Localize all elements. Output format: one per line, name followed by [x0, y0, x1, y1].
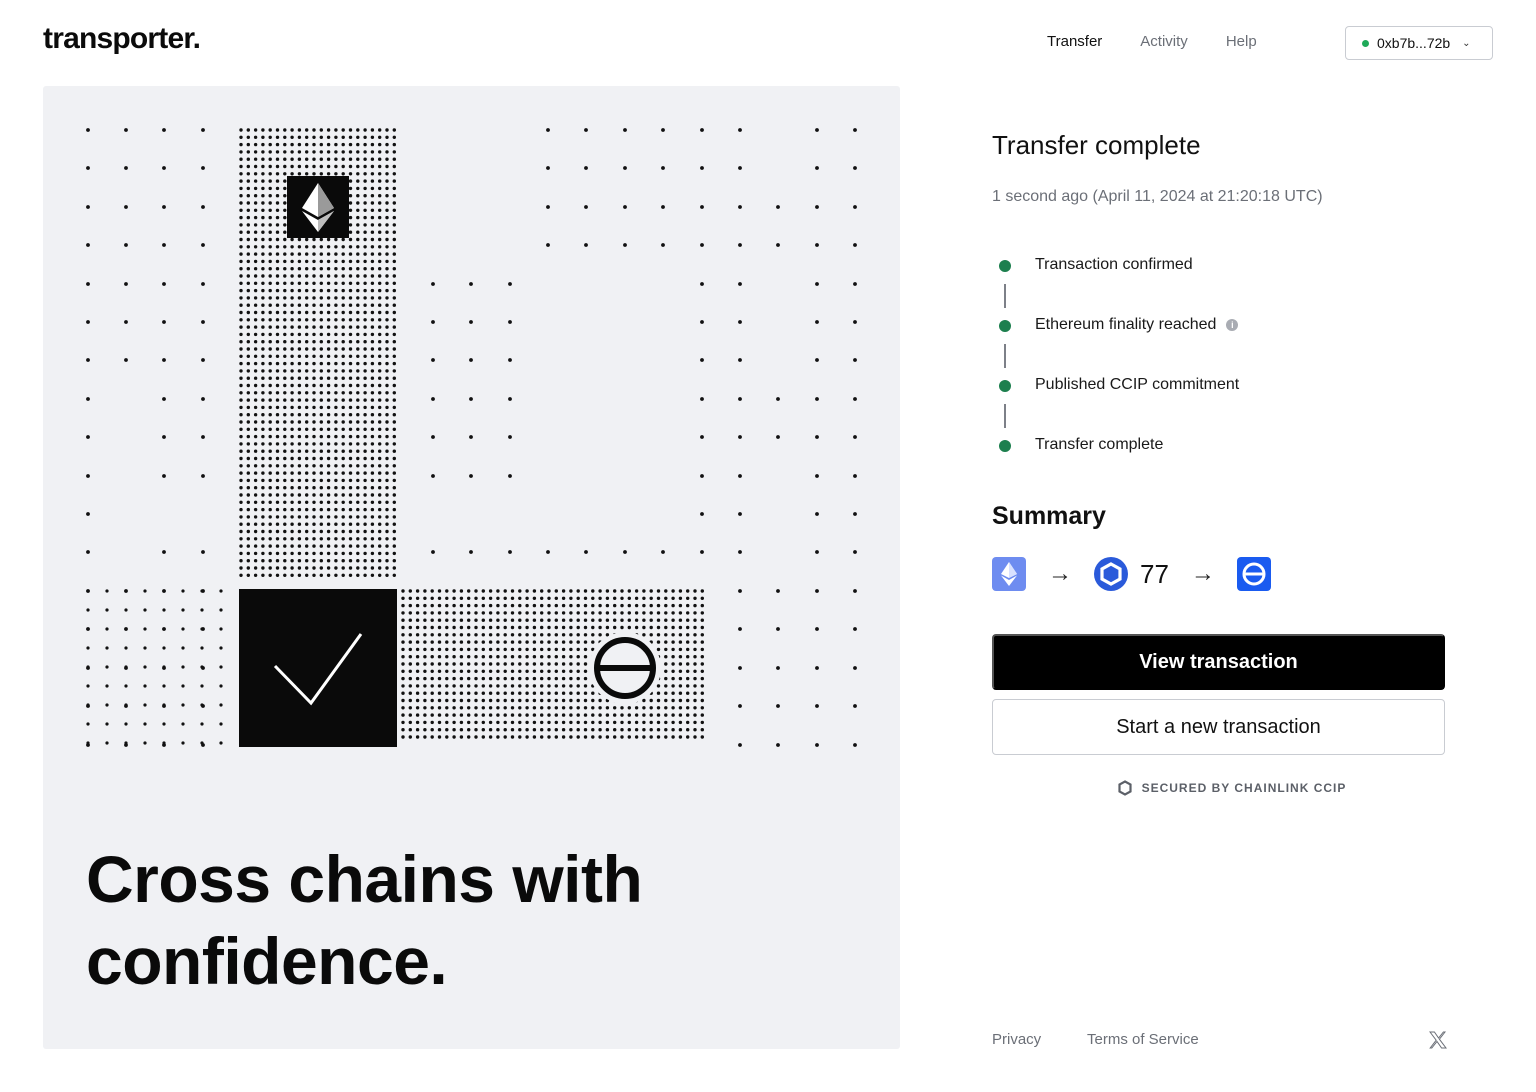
- hero-panel: Cross chains with confidence.: [43, 86, 900, 1049]
- view-transaction-button[interactable]: View transaction: [992, 634, 1445, 690]
- hero-tagline: Cross chains with confidence.: [86, 838, 786, 1002]
- nav-transfer[interactable]: Transfer: [1047, 33, 1102, 50]
- secured-badge: SECURED BY CHAINLINK CCIP: [992, 780, 1472, 796]
- step-label: Transfer complete: [1035, 436, 1164, 453]
- step-connector: [1004, 404, 1006, 428]
- privacy-link[interactable]: Privacy: [992, 1031, 1041, 1048]
- summary-title: Summary: [992, 502, 1106, 530]
- checkmark-icon: [239, 589, 397, 747]
- step-label-wrap: Ethereum finality reached i: [1035, 316, 1239, 334]
- chainlink-hexagon-icon: [1117, 780, 1132, 796]
- terms-link[interactable]: Terms of Service: [1087, 1031, 1199, 1048]
- step-connector: [1004, 284, 1006, 308]
- step-complete-dot: [999, 380, 1011, 392]
- secured-label: SECURED BY CHAINLINK CCIP: [1141, 781, 1347, 795]
- new-transaction-button[interactable]: Start a new transaction: [992, 699, 1445, 755]
- step-label: Transaction confirmed: [1035, 256, 1193, 273]
- arrow-right-icon: →: [1190, 560, 1215, 587]
- info-icon[interactable]: i: [1226, 319, 1239, 331]
- brand-logo[interactable]: transporter.: [43, 22, 201, 56]
- step-connector: [1004, 344, 1006, 368]
- chainlink-icon: [1094, 557, 1128, 591]
- footer: Privacy Terms of Service: [992, 1031, 1447, 1053]
- x-social-icon[interactable]: [1428, 1031, 1447, 1053]
- ethereum-icon: [287, 176, 349, 238]
- arrow-right-icon: →: [1048, 560, 1072, 587]
- connected-status-dot: [1362, 39, 1369, 47]
- transfer-timestamp: 1 second ago (April 11, 2024 at 21:20:18…: [992, 188, 1323, 205]
- ethereum-icon: [992, 557, 1026, 591]
- top-nav: Transfer Activity Help: [1047, 33, 1257, 50]
- step-label: Ethereum finality reached: [1035, 316, 1217, 333]
- step-label: Published CCIP commitment: [1035, 376, 1240, 393]
- wallet-button[interactable]: 0xb7b...72b ⌄: [1345, 26, 1493, 60]
- step-complete-dot: [999, 440, 1011, 452]
- step-complete-dot: [999, 320, 1011, 332]
- nav-activity[interactable]: Activity: [1140, 33, 1188, 50]
- destination-chain-icon: [589, 632, 661, 704]
- transfer-amount: 77: [1140, 558, 1169, 589]
- summary-route: → 77 →: [992, 556, 1271, 592]
- wallet-address: 0xb7b...72b: [1377, 35, 1451, 51]
- tagline-line-2: confidence.: [86, 924, 448, 998]
- nav-help[interactable]: Help: [1226, 33, 1257, 50]
- destination-chain-icon: [1236, 557, 1271, 591]
- tagline-line-1: Cross chains with: [86, 842, 643, 916]
- transfer-title: Transfer complete: [992, 130, 1201, 160]
- step-complete-dot: [999, 260, 1011, 272]
- chevron-down-icon: ⌄: [1462, 37, 1471, 49]
